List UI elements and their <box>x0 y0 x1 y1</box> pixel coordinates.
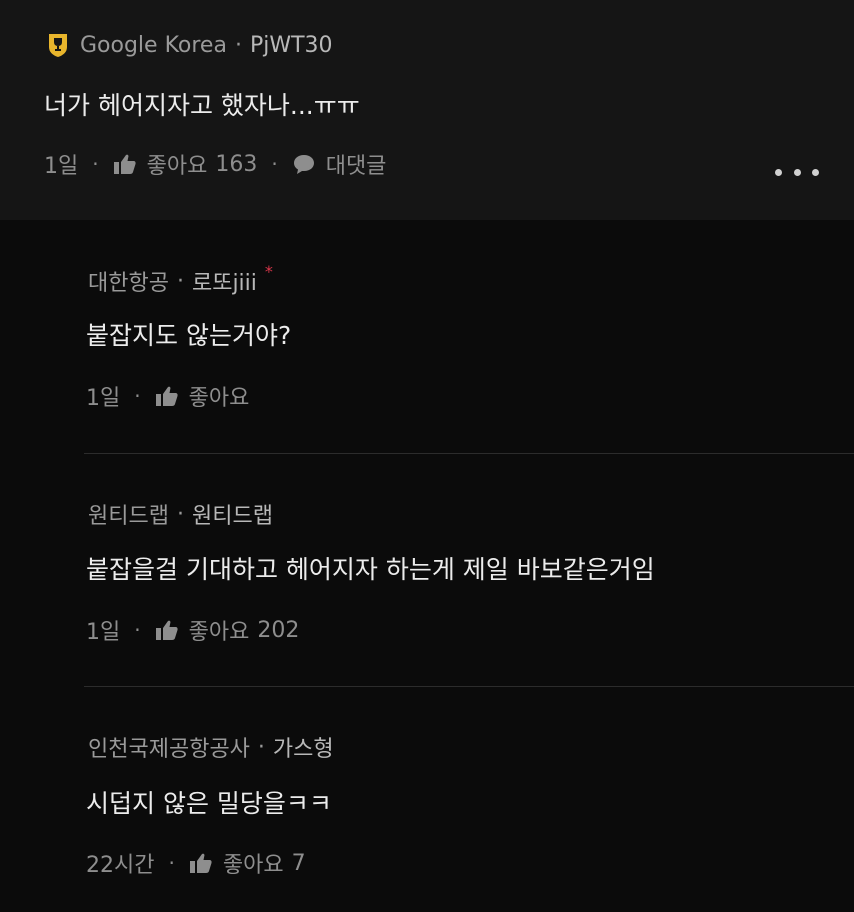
more-dot <box>793 168 801 176</box>
top-comment: Google Korea · PjWT30 너가 헤어지자고 했자나...ㅠㅠ … <box>0 0 854 220</box>
separator-dot: · <box>168 851 175 875</box>
reply-author-line: 인천국제공항공사 · 가스형 <box>88 731 334 763</box>
company-name[interactable]: Google Korea <box>80 33 227 58</box>
nickname[interactable]: 원티드랩 <box>192 498 273 530</box>
company-name[interactable]: 인천국제공항공사 <box>88 731 250 763</box>
thumbs-up-icon[interactable] <box>113 152 137 176</box>
reply-divider <box>84 453 854 454</box>
company-name[interactable]: 원티드랩 <box>88 498 169 530</box>
company-name[interactable]: 대한항공 <box>88 265 169 297</box>
separator-dot: · <box>234 32 242 58</box>
reply-age: 1일 <box>86 386 121 411</box>
separator-dot: · <box>176 268 184 294</box>
separator-dot: · <box>176 501 184 527</box>
separator-dot: · <box>257 734 265 760</box>
nickname[interactable]: 로또jiii <box>192 265 257 297</box>
reply-body: 붙잡지도 않는거야? <box>86 321 292 350</box>
reply-divider <box>84 686 854 687</box>
reply-meta: 22시간 · 좋아요 7 <box>86 847 306 879</box>
separator-dot: · <box>271 152 278 176</box>
reply-label[interactable]: 대댓글 <box>326 148 387 180</box>
like-label[interactable]: 좋아요 <box>147 148 208 180</box>
author-star-icon: * <box>264 261 273 281</box>
like-count: 163 <box>215 151 258 177</box>
thumbs-up-icon[interactable] <box>189 851 213 875</box>
more-options-button[interactable] <box>775 160 819 184</box>
trophy-badge-icon <box>46 32 70 58</box>
more-dot <box>775 168 782 176</box>
like-label[interactable]: 좋아요 <box>189 614 250 646</box>
replies-list: 대한항공 · 로또jiii * 붙잡지도 않는거야? 1일 · 좋아요 원티드랩… <box>0 220 854 912</box>
like-label[interactable]: 좋아요 <box>223 847 284 879</box>
reply-age: 1일 <box>86 620 121 645</box>
comment-body: 너가 헤어지자고 했자나...ㅠㅠ <box>44 91 360 120</box>
nickname[interactable]: PjWT30 <box>250 33 333 58</box>
like-label[interactable]: 좋아요 <box>189 380 250 412</box>
reply-meta: 1일 · 좋아요 <box>86 380 249 412</box>
reply-age: 22시간 <box>86 853 155 878</box>
more-dot <box>812 168 819 176</box>
comment-author-line: Google Korea · PjWT30 <box>46 32 333 58</box>
thumbs-up-icon[interactable] <box>155 618 179 642</box>
separator-dot: · <box>134 384 141 408</box>
reply-author-line: 원티드랩 · 원티드랩 <box>88 498 273 530</box>
nickname[interactable]: 가스형 <box>273 731 334 763</box>
comment-age: 1일 <box>44 154 79 179</box>
like-count: 7 <box>291 850 306 876</box>
reply-body: 시덥지 않은 밀당을ㅋㅋ <box>86 789 332 818</box>
reply-author-line: 대한항공 · 로또jiii * <box>88 261 273 297</box>
comment-meta: 1일 · 좋아요 163 · 대댓글 <box>44 148 386 180</box>
speech-bubble-icon[interactable] <box>292 152 316 176</box>
like-count: 202 <box>257 617 300 643</box>
separator-dot: · <box>134 618 141 642</box>
thumbs-up-icon[interactable] <box>155 384 179 408</box>
reply-body: 붙잡을걸 기대하고 헤어지자 하는게 제일 바보같은거임 <box>86 555 655 584</box>
separator-dot: · <box>92 152 99 176</box>
reply-meta: 1일 · 좋아요 202 <box>86 614 299 646</box>
